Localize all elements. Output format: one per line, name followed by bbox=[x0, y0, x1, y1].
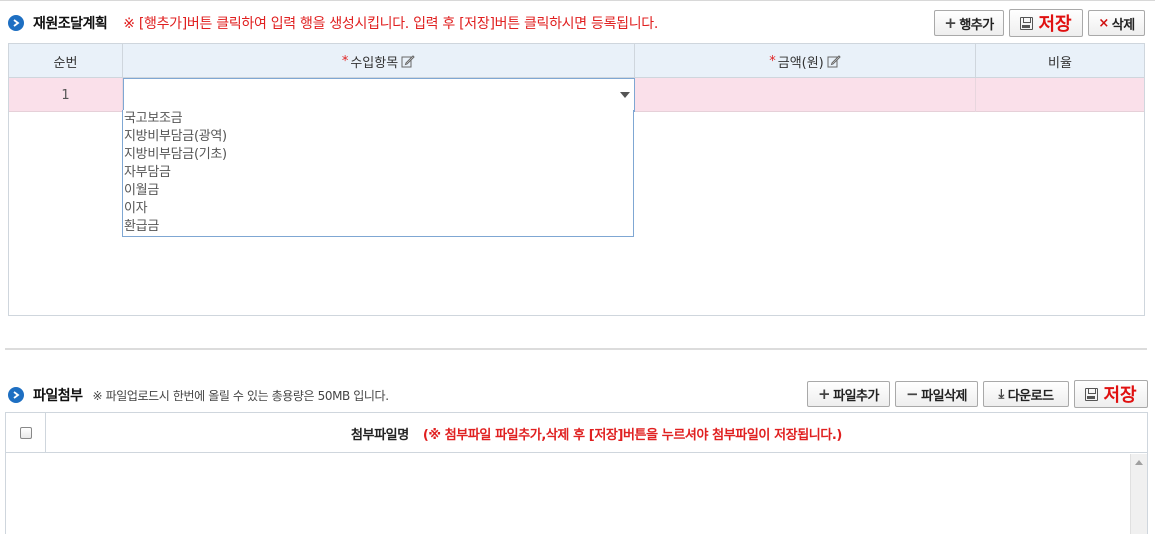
column-header-seq[interactable]: 순번 bbox=[9, 44, 123, 78]
dropdown-option[interactable]: 지방비부담금(광역) bbox=[123, 128, 633, 146]
plus-icon: + bbox=[818, 385, 831, 403]
download-icon: ⤓ bbox=[998, 386, 1004, 402]
ratio-cell bbox=[976, 78, 1144, 112]
select-all-checkbox[interactable] bbox=[19, 427, 32, 439]
funding-section-header: 재원조달계획 ※ [행추가]버튼 클릭하여 입력 행을 생성시킵니다. 입력 후… bbox=[8, 13, 658, 33]
dropdown-option[interactable]: 지방비부담금(기초) bbox=[123, 146, 633, 164]
column-header-income-item[interactable]: * 수입항목 bbox=[123, 44, 635, 78]
plus-icon: + bbox=[944, 14, 957, 32]
select-all-cell bbox=[6, 413, 46, 453]
add-row-label: 행추가 bbox=[959, 17, 994, 33]
edit-icon bbox=[401, 55, 415, 68]
close-icon: × bbox=[1098, 15, 1109, 31]
dropdown-arrow-icon[interactable] bbox=[620, 92, 630, 98]
delete-file-button[interactable]: − 파일삭제 bbox=[895, 381, 978, 407]
amount-cell[interactable] bbox=[635, 78, 976, 112]
funding-section-title: 재원조달계획 bbox=[33, 16, 108, 32]
add-file-label: 파일추가 bbox=[833, 388, 879, 404]
seq-cell: 1 bbox=[9, 78, 123, 112]
add-row-button[interactable]: + 행추가 bbox=[934, 10, 1004, 36]
delete-button[interactable]: × 삭제 bbox=[1088, 10, 1145, 36]
download-button[interactable]: ⤓ 다운로드 bbox=[983, 381, 1069, 407]
attachments-save-button[interactable]: 저장 bbox=[1074, 380, 1148, 408]
delete-label: 삭제 bbox=[1111, 17, 1135, 33]
floppy-disk-icon bbox=[1020, 16, 1034, 30]
attachments-section-title: 파일첨부 bbox=[33, 388, 83, 404]
funding-grid-header: 순번 * 수입항목 * 금액(원) 비율 bbox=[9, 44, 1144, 78]
required-mark: * bbox=[341, 53, 349, 69]
dropdown-option[interactable]: 이월금 bbox=[123, 182, 633, 200]
dropdown-option[interactable]: 국고보조금 bbox=[123, 110, 633, 128]
delete-file-label: 파일삭제 bbox=[921, 388, 967, 404]
ratio-label: 비율 bbox=[1048, 55, 1072, 71]
save-label: 저장 bbox=[1103, 385, 1137, 406]
funding-notice: ※ [행추가]버튼 클릭하여 입력 행을 생성시킵니다. 입력 후 [저장]버튼… bbox=[123, 16, 659, 32]
attachments-grid: 첨부파일명 (※ 첨부파일 파일추가,삭제 후 [저장]버튼을 누르셔야 첨부파… bbox=[5, 412, 1148, 534]
column-header-amount[interactable]: * 금액(원) bbox=[635, 44, 976, 78]
dropdown-option[interactable]: 자부담금 bbox=[123, 164, 633, 182]
vertical-scrollbar[interactable] bbox=[1130, 454, 1147, 534]
income-item-select[interactable] bbox=[123, 78, 635, 112]
save-button[interactable]: 저장 bbox=[1009, 9, 1083, 37]
top-border bbox=[0, 0, 1155, 1]
seq-label: 순번 bbox=[53, 55, 78, 71]
filename-label: 첨부파일명 bbox=[351, 427, 409, 443]
edit-icon bbox=[827, 55, 841, 68]
attachments-section-header: 파일첨부 ※ 파일업로드시 한번에 올릴 수 있는 총용량은 50MB 입니다. bbox=[8, 385, 389, 405]
income-item-label: 수입항목 bbox=[350, 55, 399, 71]
column-header-filename[interactable]: 첨부파일명 (※ 첨부파일 파일추가,삭제 후 [저장]버튼을 누르셔야 첨부파… bbox=[46, 413, 1147, 453]
attachments-grid-header: 첨부파일명 (※ 첨부파일 파일추가,삭제 후 [저장]버튼을 누르셔야 첨부파… bbox=[6, 413, 1147, 453]
income-item-dropdown-list: 국고보조금 지방비부담금(광역) 지방비부담금(기초) 자부담금 이월금 이자 … bbox=[122, 110, 634, 237]
column-header-ratio[interactable]: 비율 bbox=[976, 44, 1144, 78]
required-mark: * bbox=[769, 53, 776, 69]
amount-label: 금액(원) bbox=[777, 55, 824, 71]
add-file-button[interactable]: + 파일추가 bbox=[807, 381, 890, 407]
filename-note: (※ 첨부파일 파일추가,삭제 후 [저장]버튼을 누르셔야 첨부파일이 저장됩… bbox=[422, 427, 843, 443]
dropdown-option[interactable]: 이자 bbox=[123, 200, 633, 218]
minus-icon: − bbox=[906, 385, 919, 403]
chevron-right-icon bbox=[8, 387, 24, 403]
chevron-right-icon bbox=[8, 15, 24, 31]
save-label: 저장 bbox=[1038, 14, 1072, 35]
dropdown-option[interactable]: 환급금 bbox=[123, 218, 633, 236]
download-label: 다운로드 bbox=[1007, 388, 1054, 404]
attachments-notice: ※ 파일업로드시 한번에 올릴 수 있는 총용량은 50MB 입니다. bbox=[92, 388, 389, 403]
floppy-disk-icon bbox=[1085, 387, 1099, 401]
scroll-up-arrow-icon[interactable] bbox=[1135, 460, 1143, 465]
section-divider bbox=[5, 348, 1147, 350]
